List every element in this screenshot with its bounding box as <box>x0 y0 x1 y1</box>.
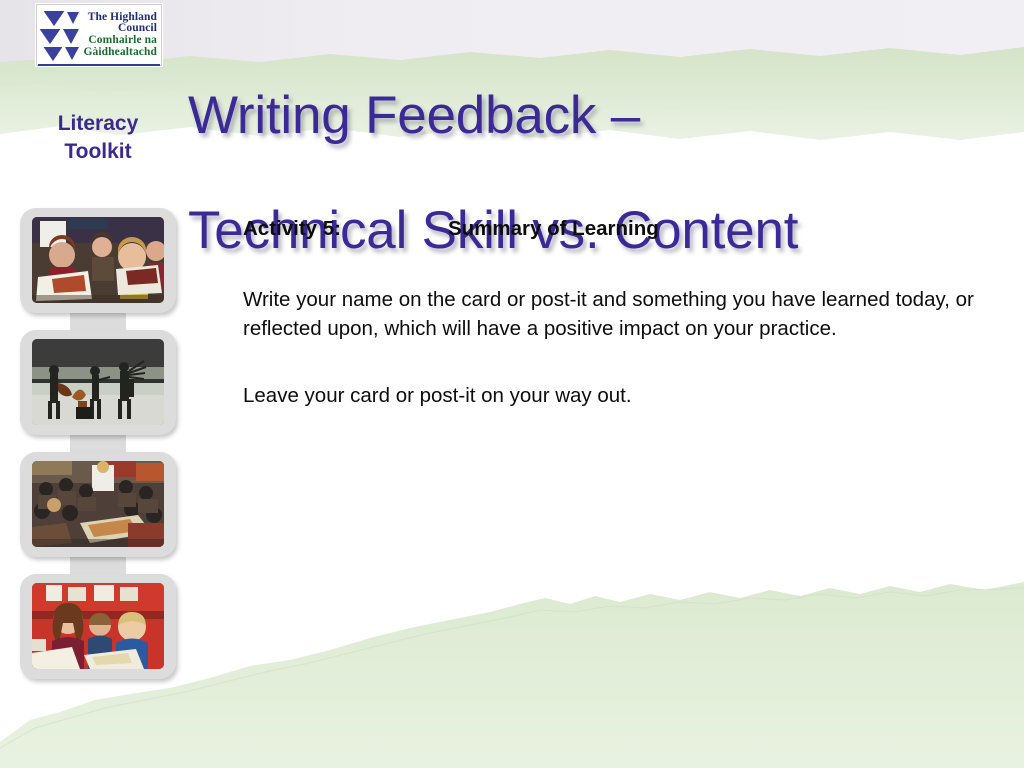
activity-label: Activity 5: <box>243 217 341 240</box>
instruction-paragraph-2: Leave your card or post-it on your way o… <box>243 384 632 408</box>
filmstrip-frame[interactable] <box>20 452 176 557</box>
photo-busy-classroom <box>32 461 164 547</box>
page-title-line-1: Writing Feedback – <box>188 86 641 146</box>
instruction-paragraph-1: Write your name on the card or post-it a… <box>243 288 974 341</box>
logo-line-4: Gàidhealtachd <box>83 45 157 58</box>
slide-canvas: The Highland Council Comhairle na Gàidhe… <box>0 0 1024 768</box>
filmstrip-frame[interactable] <box>20 330 176 435</box>
filmstrip-frame[interactable] <box>20 208 176 313</box>
slide-body: Activity 5: Summary of Learning Write yo… <box>243 214 991 410</box>
logo-wordmark: The Highland Council Comhairle na Gàidhe… <box>81 5 161 65</box>
activity-title: Summary of Learning <box>448 217 659 240</box>
photo-filmstrip <box>16 208 180 679</box>
photo-teacher-helping-pupils <box>32 583 164 669</box>
the-highland-council-logo: The Highland Council Comhairle na Gàidhe… <box>36 4 162 66</box>
logo-underline-rule <box>38 64 160 66</box>
filmstrip-frame[interactable] <box>20 574 176 679</box>
photo-children-reading <box>32 217 164 303</box>
highland-council-triangles-icon <box>37 5 81 65</box>
logo-line-3: Comhairle na <box>88 34 157 46</box>
brand-line-2: Toolkit <box>64 139 132 163</box>
literacy-toolkit-brand: Literacy Toolkit <box>18 110 178 165</box>
photo-musicians-on-beach <box>32 339 164 425</box>
activity-heading: Activity 5: Summary of Learning <box>243 214 991 243</box>
brand-line-1: Literacy <box>57 112 139 135</box>
